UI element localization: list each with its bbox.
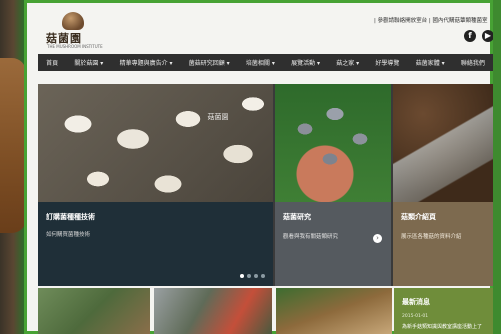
facebook-icon[interactable]: f [464, 30, 476, 42]
card-intro-title: 菇類介紹頁 [401, 213, 436, 221]
hero-main-title: 訂購菌種種技術 [46, 213, 95, 221]
nav-item-home[interactable]: 首頁 [46, 58, 58, 67]
main-nav: 首頁 關於菇園 ▾ 精華專題與廣告介 ▾ 菌菇研究回顧 ▾ 培菌相關 ▾ 展覽活… [38, 54, 493, 71]
hero-main-desc: 如何購買菌種技術 [46, 232, 91, 238]
slider-dot[interactable] [247, 274, 251, 278]
nav-item-cultivation[interactable]: 培菌相關 ▾ [246, 58, 275, 67]
nav-item-guided-tour[interactable]: 好學導覽 [375, 58, 399, 67]
chevron-right-icon[interactable]: › [373, 234, 382, 243]
browser-viewport: 菇菌園 THE MUSHROOM INSTITUTE | 參觀請聯絡開放室台 |… [24, 0, 493, 334]
card-intro[interactable]: 菇類介紹頁 展示區各種菇的資料介紹 [393, 202, 493, 286]
card-intro-desc: 展示區各種菇的資料介紹 [401, 234, 462, 240]
hero-main-caption[interactable]: 訂購菌種種技術 如何購買菌種技術 [38, 202, 273, 286]
slider-dot[interactable] [240, 274, 244, 278]
nav-item-home-of-mushroom[interactable]: 菇之家 ▾ [336, 58, 359, 67]
nav-item-media[interactable]: 菇菌家體 ▾ [416, 58, 445, 67]
card-intro-image[interactable] [393, 84, 493, 202]
card-research-title: 菇菌研究 [283, 213, 311, 221]
news-title: 最新消息 [402, 298, 430, 306]
slider-dot[interactable] [261, 274, 265, 278]
header-tagline: | 參觀請聯絡開放室台 | 國內代購菇蕈類種菌室 [374, 18, 488, 24]
background-right [493, 0, 501, 334]
mushroom-logo-icon [62, 12, 84, 30]
nav-item-events[interactable]: 展覽活動 ▾ [291, 58, 320, 67]
news-panel: 最新消息 2015-01-01 為新手菇類知識與教室講座活動上了 [394, 288, 493, 334]
hero-main-image[interactable]: 菇菌園 [38, 84, 273, 202]
logo-subtitle: THE MUSHROOM INSTITUTE [47, 44, 103, 49]
thumbnail-harvest[interactable] [276, 288, 392, 334]
nav-item-research[interactable]: 菌菇研究回顧 ▾ [189, 58, 230, 67]
background-person-arm [0, 58, 26, 233]
news-date: 2015-01-01 [402, 314, 429, 319]
nav-item-contact[interactable]: 聯絡我們 [461, 58, 485, 67]
card-research[interactable]: 菇菌研究 觀看與我有關菇類研究 › [275, 202, 391, 286]
card-research-image[interactable] [275, 84, 391, 202]
site-logo[interactable]: 菇菌園 THE MUSHROOM INSTITUTE [38, 10, 103, 49]
image-watermark: 菇菌園 [207, 113, 229, 121]
news-item-link[interactable]: 為新手菇類知識與教室講座活動上了 [402, 323, 482, 330]
card-research-desc: 觀看與我有關菇類研究 [283, 234, 339, 240]
nav-item-features[interactable]: 精華專題與廣告介 ▾ [120, 58, 173, 67]
youtube-icon[interactable]: ▶ [482, 30, 493, 42]
hero-slider: 菇菌園 訂購菌種種技術 如何購買菌種技術 菇菌研究 觀看與我有關菇類研究 › 菇… [38, 84, 493, 286]
slider-dot[interactable] [254, 274, 258, 278]
thumbnail-garden[interactable] [38, 288, 150, 334]
thumbnail-workshop[interactable] [154, 288, 272, 334]
nav-item-about[interactable]: 關於菇園 ▾ [74, 58, 103, 67]
